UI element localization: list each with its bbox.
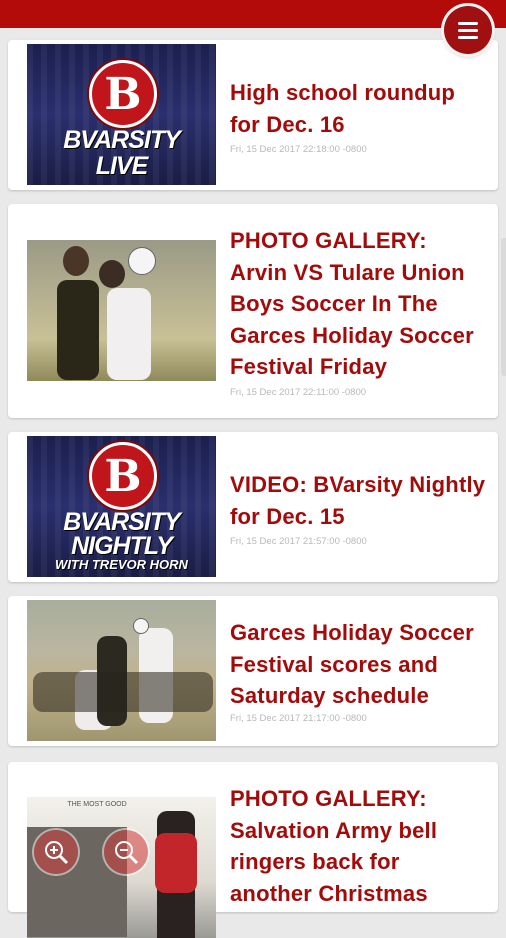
article-thumbnail[interactable]: B BVARSITY NIGHTLY WITH TREVOR HORN [27,436,216,577]
article-date: Fri, 15 Dec 2017 21:57:00 -0800 [230,536,367,547]
article-title[interactable]: High school roundup for Dec. 16 [230,77,486,140]
article-date: Fri, 15 Dec 2017 21:17:00 -0800 [230,713,367,724]
player-figure [57,280,99,380]
player-figure [107,288,151,380]
hamburger-menu-icon [458,28,478,32]
logo-text: WITH TREVOR HORN [55,557,188,572]
article-feed: B BVARSITY LIVE High school roundup for … [0,0,506,938]
article-title[interactable]: PHOTO GALLERY: Arvin VS Tulare Union Boy… [230,225,486,383]
player-figure [63,246,89,276]
zoom-in-button[interactable] [34,830,78,874]
sign-text: THE MOST GOOD [67,801,127,808]
article-title[interactable]: VIDEO: BVarsity Nightly for Dec. 15 [230,469,486,532]
crowd [33,672,213,712]
zoom-in-icon [45,841,69,865]
top-app-bar [0,0,506,28]
article-title[interactable]: Garces Holiday Soccer Festival scores an… [230,617,486,712]
zoom-out-icon [115,841,139,865]
article-thumbnail[interactable]: B BVARSITY LIVE [27,44,216,185]
soccer-ball-icon [133,618,149,634]
article-title[interactable]: PHOTO GALLERY: Salvation Army bell ringe… [230,783,486,909]
scroll-edge [501,238,506,376]
red-apron [155,833,197,893]
article-thumbnail[interactable] [27,600,216,741]
article-card[interactable]: B BVARSITY LIVE High school roundup for … [8,40,498,190]
bvarsity-logo-icon: B [89,442,157,510]
hamburger-menu-icon [458,21,478,25]
article-thumbnail[interactable] [27,240,216,381]
bvarsity-logo-icon: B [89,60,157,128]
logo-text: LIVE [95,152,149,180]
menu-button[interactable] [444,6,492,54]
hamburger-menu-icon [458,35,478,39]
article-card[interactable]: THE MOST GOOD PHOTO GALLERY: Salvation A… [8,762,498,938]
logo-text: BVARSITY [63,126,181,154]
player-figure [99,260,125,288]
soccer-ball-icon [128,247,156,275]
article-date: Fri, 15 Dec 2017 22:18:00 -0800 [230,144,367,155]
zoom-out-button[interactable] [104,830,148,874]
article-card[interactable]: Garces Holiday Soccer Festival scores an… [8,596,498,746]
article-card[interactable]: B BVARSITY NIGHTLY WITH TREVOR HORN VIDE… [8,432,498,582]
article-date: Fri, 15 Dec 2017 22:11:00 -0800 [230,387,367,398]
article-card[interactable]: PHOTO GALLERY: Arvin VS Tulare Union Boy… [8,204,498,418]
